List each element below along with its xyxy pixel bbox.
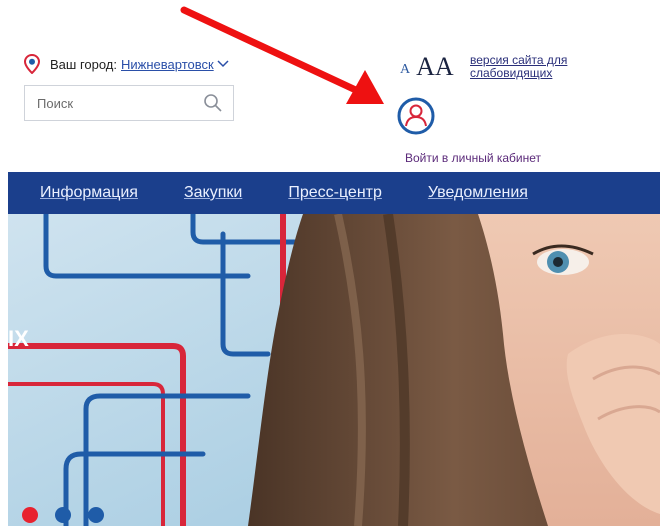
hero-banner[interactable]: IX: [8, 214, 660, 526]
banner-overlay-text: IX: [8, 326, 29, 351]
city-selector: Ваш город: Нижневартовск: [24, 54, 229, 74]
nav-item-notifications[interactable]: Уведомления: [428, 184, 528, 202]
search-icon[interactable]: [203, 93, 223, 113]
slider-dot-1[interactable]: [22, 507, 38, 523]
font-size-switcher: A A A: [400, 54, 454, 80]
font-size-small-button[interactable]: A: [400, 62, 410, 78]
nav-item-purchases[interactable]: Закупки: [184, 184, 242, 202]
chevron-down-icon[interactable]: [217, 60, 229, 68]
main-nav: Информация Закупки Пресс-центр Уведомлен…: [8, 172, 660, 214]
nav-item-info[interactable]: Информация: [40, 184, 138, 202]
search-input[interactable]: [35, 94, 189, 112]
city-label: Ваш город:: [50, 56, 117, 72]
slider-dot-2[interactable]: [55, 507, 71, 523]
login-link[interactable]: Войти в личный кабинет: [405, 151, 541, 165]
city-dropdown[interactable]: Нижневартовск: [121, 57, 214, 72]
font-size-large-button[interactable]: A: [435, 54, 454, 80]
slider-dots: [22, 507, 121, 523]
search-box[interactable]: [24, 85, 234, 121]
nav-item-press-center[interactable]: Пресс-центр: [288, 184, 382, 202]
slider-dot-3[interactable]: [88, 507, 104, 523]
user-account-icon[interactable]: [397, 97, 435, 135]
location-pin-icon: [24, 54, 40, 74]
low-vision-link[interactable]: версия сайта для слабовидящих: [470, 54, 570, 80]
font-size-medium-button[interactable]: A: [416, 54, 435, 80]
